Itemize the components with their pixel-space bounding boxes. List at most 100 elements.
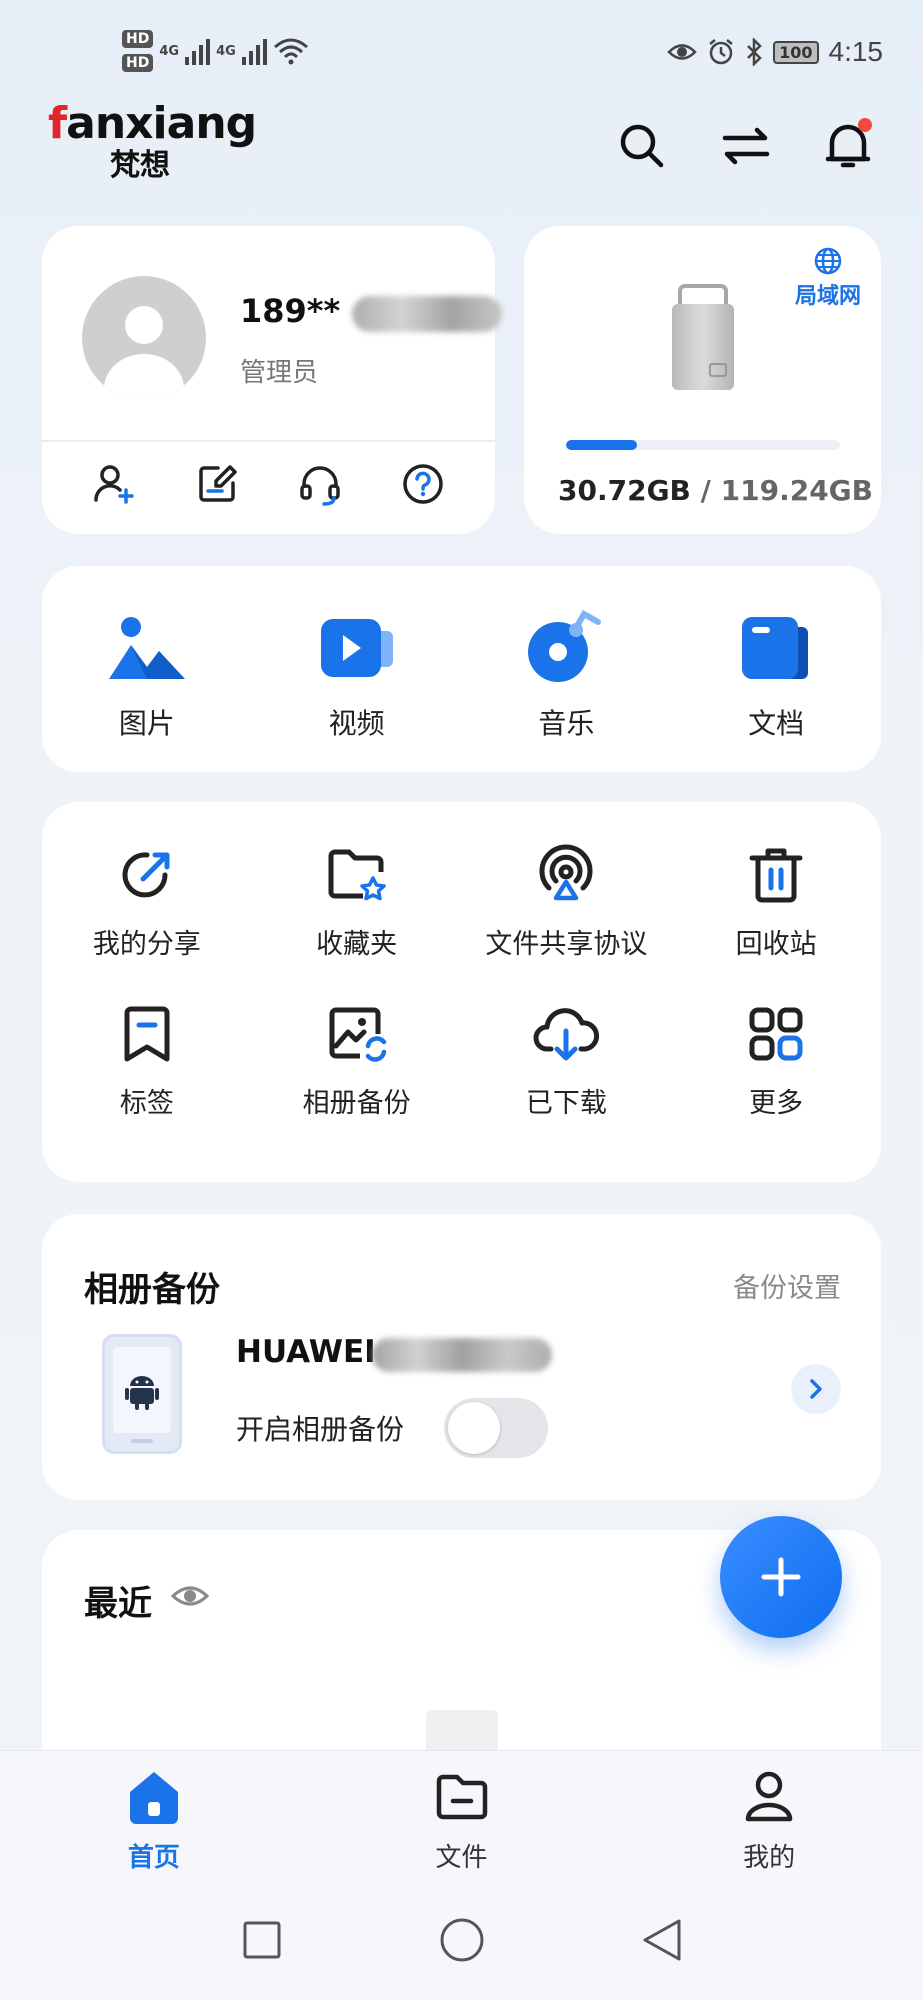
wifi-icon — [273, 38, 308, 65]
tool-label: 相册备份 — [302, 1088, 411, 1119]
document-icon — [742, 617, 809, 679]
folder-icon — [436, 1774, 487, 1820]
tool-file-sharing-protocol[interactable]: 文件共享协议 — [462, 840, 672, 961]
tool-label: 已下载 — [525, 1088, 607, 1119]
lan-indicator[interactable]: 局域网 — [795, 246, 861, 310]
logo-chinese: 梵想 — [110, 148, 170, 183]
circle-icon — [440, 1918, 483, 1962]
storage-total: 119.24GB — [720, 474, 873, 507]
network-type-1: 4G — [159, 43, 180, 59]
device-name: HUAWEI — [236, 1334, 376, 1370]
media-documents[interactable]: 文档 — [671, 566, 881, 772]
add-button[interactable] — [720, 1516, 842, 1638]
protocol-icon — [539, 844, 593, 901]
system-nav — [0, 1880, 923, 2000]
globe-icon — [814, 247, 842, 275]
tool-tags[interactable]: 标签 — [42, 999, 252, 1120]
avatar[interactable] — [82, 276, 206, 400]
nav-files[interactable]: 文件 — [308, 1751, 616, 1880]
notifications-button[interactable] — [820, 118, 876, 174]
user-role: 管理员 — [240, 358, 319, 388]
android-icon — [125, 1376, 159, 1410]
share-icon — [122, 852, 170, 898]
headset-icon — [300, 466, 340, 506]
media-label: 文档 — [748, 707, 805, 740]
back-button[interactable] — [632, 1910, 692, 1970]
add-user-button[interactable] — [88, 458, 140, 510]
phone-image — [102, 1334, 182, 1454]
tool-recycle-bin[interactable]: 回收站 — [671, 840, 881, 961]
storage-progress-fill — [566, 440, 637, 450]
tools-card: 我的分享 收藏夹 文件共享协议 回收站 标签 相册备份 已下载 更多 — [42, 802, 881, 1182]
signal-icon — [241, 37, 267, 65]
edit-button[interactable] — [191, 458, 243, 510]
tool-more[interactable]: 更多 — [671, 999, 881, 1120]
video-icon — [320, 619, 393, 677]
media-label: 图片 — [118, 707, 175, 740]
album-backup-toggle[interactable] — [444, 1398, 548, 1458]
redacted-name — [352, 296, 502, 332]
media-videos[interactable]: 视频 — [252, 566, 462, 772]
transfer-icon — [722, 127, 770, 165]
notification-dot — [858, 118, 872, 132]
media-label: 视频 — [328, 707, 385, 740]
recents-button[interactable] — [232, 1910, 292, 1970]
user-name: 189** — [240, 292, 341, 330]
home-system-button[interactable] — [432, 1910, 492, 1970]
media-images[interactable]: 图片 — [42, 566, 252, 772]
backup-settings-link[interactable]: 备份设置 — [733, 1266, 841, 1305]
image-icon — [108, 617, 185, 679]
back-triangle-icon — [643, 1919, 680, 1961]
redacted-device-model — [372, 1338, 552, 1372]
eye-icon[interactable] — [170, 1576, 210, 1616]
logo-letter-g: g — [225, 98, 257, 149]
more-grid-icon — [749, 1007, 803, 1061]
music-icon — [528, 610, 602, 682]
section-title: 相册备份 — [84, 1270, 220, 1310]
tool-label: 我的分享 — [92, 929, 201, 960]
download-icon — [533, 1008, 600, 1061]
trash-icon — [749, 848, 803, 903]
nav-me[interactable]: 我的 — [615, 1751, 923, 1880]
nav-label: 我的 — [743, 1843, 796, 1873]
lan-label: 局域网 — [794, 284, 861, 309]
tool-label: 标签 — [119, 1088, 174, 1119]
tool-label: 回收站 — [735, 929, 817, 960]
transfer-button[interactable] — [718, 118, 774, 174]
status-bar: HD HD 4G 4G 100 4:15 — [0, 0, 923, 100]
profile-card[interactable]: 189** 管理员 — [42, 226, 502, 534]
album-backup-card: 相册备份 备份设置 HUAWEI 开启相册备份 — [42, 1214, 881, 1500]
nav-home[interactable]: 首页 — [0, 1751, 308, 1880]
tool-label: 更多 — [749, 1088, 804, 1119]
status-left: HD HD 4G 4G — [122, 30, 309, 72]
chevron-right-icon — [810, 1379, 822, 1399]
tool-my-shares[interactable]: 我的分享 — [42, 840, 252, 961]
storage-progress — [566, 440, 840, 450]
device-card[interactable]: 局域网 30.72GB / 119.24GB — [524, 226, 881, 534]
add-user-icon — [93, 465, 134, 504]
help-icon — [403, 464, 444, 504]
battery-indicator: 100 — [773, 40, 819, 64]
help-button[interactable] — [397, 458, 449, 510]
toggle-label: 开启相册备份 — [236, 1413, 405, 1446]
tool-album-backup[interactable]: 相册备份 — [252, 999, 462, 1120]
bottom-nav: 首页 文件 我的 — [0, 1750, 923, 1880]
tool-favorites[interactable]: 收藏夹 — [252, 840, 462, 961]
logo-wordmark: anxian — [66, 98, 226, 149]
search-button[interactable] — [614, 118, 670, 174]
tool-downloaded[interactable]: 已下载 — [462, 999, 672, 1120]
storage-text: 30.72GB / 119.24GB — [558, 474, 873, 507]
clock: 4:15 — [828, 36, 884, 67]
storage-separator: / — [690, 474, 721, 507]
support-button[interactable] — [294, 458, 346, 510]
tag-icon — [124, 1006, 170, 1062]
tool-label: 文件共享协议 — [485, 929, 648, 960]
brand-logo: fanxiang 梵想 — [48, 98, 257, 184]
tool-label: 收藏夹 — [316, 929, 398, 960]
media-categories: 图片 视频 音乐 文档 — [42, 566, 881, 772]
hd2-indicator: HD — [122, 54, 154, 72]
media-music[interactable]: 音乐 — [462, 566, 672, 772]
storage-used: 30.72GB — [558, 474, 691, 507]
backup-details-button[interactable] — [791, 1364, 841, 1414]
hd1-indicator: HD — [122, 30, 154, 48]
